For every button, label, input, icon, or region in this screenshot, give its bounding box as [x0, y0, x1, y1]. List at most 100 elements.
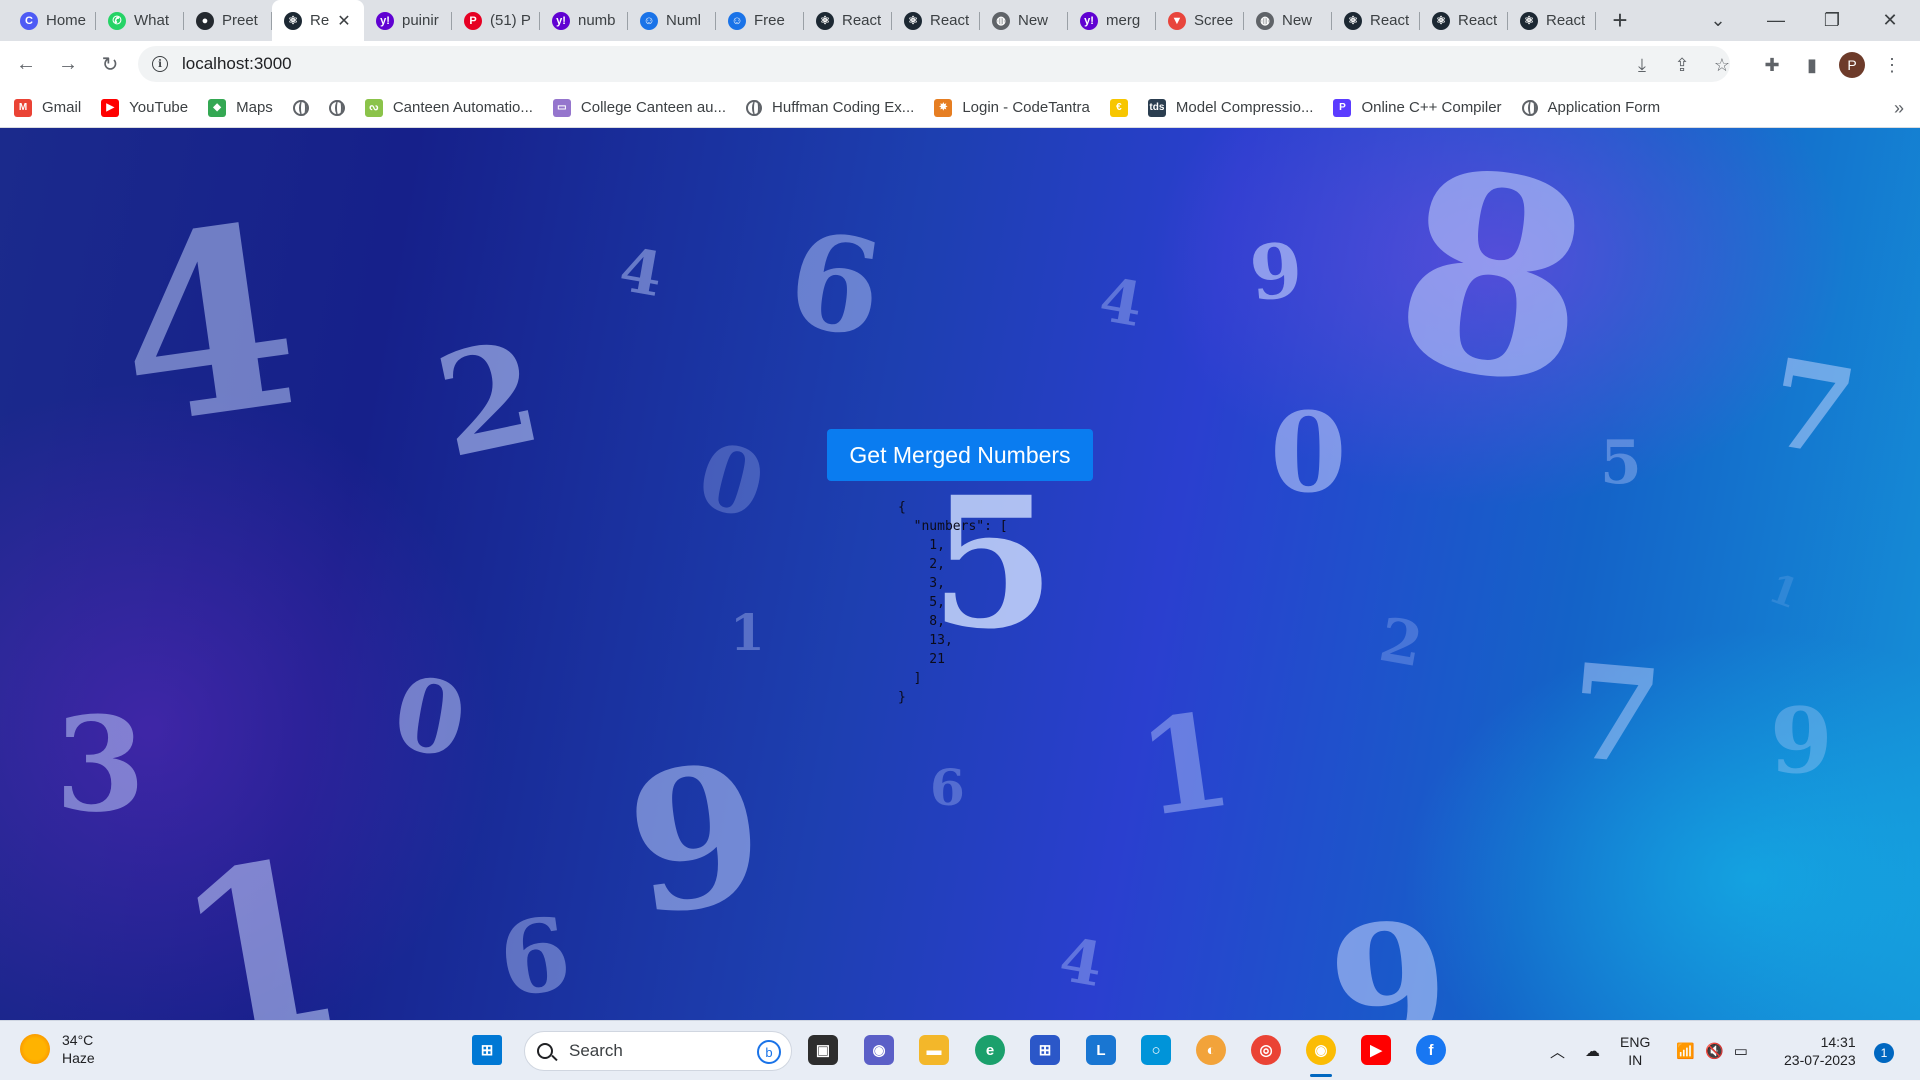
tab-label: React	[1458, 12, 1498, 29]
background-digit: 9	[615, 719, 778, 960]
notification-badge[interactable]: 1	[1874, 1043, 1894, 1063]
yahoo-icon: y!	[1080, 11, 1098, 30]
youtube-icon[interactable]: ▶	[1361, 1035, 1391, 1065]
active-app-indicator	[1310, 1074, 1332, 1077]
tab-8[interactable]: ☺ Numl	[628, 0, 716, 41]
avatar: P	[1839, 52, 1865, 78]
side-panel-icon[interactable]: ▮	[1796, 49, 1828, 81]
bookmark-11[interactable]: tds Model Compressio...	[1147, 98, 1313, 117]
back-button[interactable]: ←	[6, 45, 46, 85]
url-text[interactable]: localhost:3000	[182, 54, 292, 74]
tab-17[interactable]: ⚛ React	[1420, 0, 1508, 41]
reload-button[interactable]: ↻	[90, 45, 130, 85]
bookmark-4[interactable]	[292, 99, 309, 116]
tab-18[interactable]: ⚛ React	[1508, 0, 1596, 41]
bookmark-1[interactable]: M Gmail	[14, 98, 81, 117]
bookmark-6[interactable]: ᔓ Canteen Automatio...	[364, 98, 533, 117]
task-view-icon[interactable]: ▣	[808, 1035, 838, 1065]
teams-chat-icon[interactable]: ◉	[864, 1035, 894, 1065]
new-tab-button[interactable]: +	[1602, 5, 1638, 36]
background-digit: 4	[614, 234, 668, 312]
address-bar[interactable]: i localhost:3000	[138, 46, 1730, 82]
chrome-icon[interactable]: ◉	[1306, 1035, 1336, 1065]
onedrive-cloud-icon[interactable]: ☁	[1585, 1042, 1600, 1060]
bookmark-2[interactable]: ▶ YouTube	[101, 98, 188, 117]
site-info-icon[interactable]: i	[152, 56, 168, 72]
tab-2[interactable]: ✆ What	[96, 0, 184, 41]
tab-3[interactable]: ● Preet	[184, 0, 272, 41]
tab-16[interactable]: ⚛ React	[1332, 0, 1420, 41]
bookmark-8[interactable]: Huffman Coding Ex...	[746, 99, 914, 116]
tab-strip: C Home ✆ What ● Preet ⚛ Re ✕ y! puinir P (51) P y! num…	[0, 0, 1920, 41]
bookmarks-overflow-icon[interactable]: »	[1894, 98, 1904, 119]
bookmark-9[interactable]: ✸ Login - CodeTantra	[934, 98, 1090, 117]
bookmark-12[interactable]: P Online C++ Compiler	[1333, 98, 1502, 117]
bookmark-5[interactable]	[328, 99, 345, 116]
cortana-icon[interactable]: ○	[1141, 1035, 1171, 1065]
tab-4[interactable]: ⚛ Re ✕	[272, 0, 364, 41]
globe-icon	[328, 99, 345, 116]
bookmark-label: Application Form	[1547, 99, 1661, 116]
battery-icon[interactable]: ▭	[1734, 1042, 1748, 1060]
extensions-icon[interactable]: ✚	[1756, 49, 1788, 81]
start-windows-icon[interactable]: ⊞	[472, 1035, 502, 1065]
share-icon[interactable]: ⇪	[1666, 49, 1698, 81]
tab-10[interactable]: ⚛ React	[804, 0, 892, 41]
weather-widget[interactable]: 34°C Haze	[20, 1031, 95, 1067]
gmail-icon: M	[14, 98, 32, 117]
tab-close-icon[interactable]: ✕	[337, 11, 350, 31]
taskbar-search-box[interactable]: Search b	[524, 1031, 792, 1071]
tab-12[interactable]: ◍ New	[980, 0, 1068, 41]
file-explorer-icon[interactable]: ▬	[919, 1035, 949, 1065]
clock-date: 23-07-2023	[1784, 1052, 1856, 1068]
tab-search-chevron-icon[interactable]: ⌄	[1690, 0, 1746, 41]
restore-button[interactable]: ❐	[1804, 0, 1860, 41]
wifi-icon[interactable]: 📶	[1676, 1042, 1695, 1060]
bookmark-label: Huffman Coding Ex...	[772, 99, 915, 116]
clock-time: 14:31	[1820, 1034, 1856, 1050]
weather-temp: 34°C	[62, 1032, 94, 1048]
tab-7[interactable]: y! numb	[540, 0, 628, 41]
bookmark-7[interactable]: ▭ College Canteen au...	[552, 98, 726, 117]
facebook-icon[interactable]: f	[1416, 1035, 1446, 1065]
bing-icon[interactable]: b	[757, 1040, 781, 1064]
minimize-button[interactable]: —	[1748, 0, 1804, 41]
close-window-button[interactable]: ✕	[1862, 0, 1918, 41]
microsoft-store-icon[interactable]: ⊞	[1030, 1035, 1060, 1065]
bookmark-10[interactable]: €	[1109, 98, 1128, 117]
tab-9[interactable]: ☺ Free	[716, 0, 804, 41]
tab-label: merg	[1106, 12, 1141, 29]
bookmark-label: Online C++ Compiler	[1361, 99, 1502, 116]
college-icon: ▭	[552, 98, 571, 117]
brave-browser-icon[interactable]: ◐	[1196, 1035, 1226, 1065]
tab-14[interactable]: ▼ Scree	[1156, 0, 1244, 41]
edge-icon[interactable]: e	[975, 1035, 1005, 1065]
tab-6[interactable]: P (51) P	[452, 0, 540, 41]
globe-icon	[746, 99, 763, 116]
tab-1[interactable]: C Home	[8, 0, 96, 41]
background-digit: 1	[730, 603, 765, 662]
forward-button[interactable]: →	[48, 45, 88, 85]
l-app-icon[interactable]: L	[1086, 1035, 1116, 1065]
chrome-alt-icon[interactable]: ◎	[1251, 1035, 1281, 1065]
language-indicator[interactable]: ENG IN	[1620, 1033, 1650, 1069]
background-digit: 4	[1094, 264, 1148, 342]
install-app-icon[interactable]: ⤓	[1626, 49, 1658, 81]
tray-chevron-up-icon[interactable]: ︿	[1550, 1041, 1565, 1062]
bookmark-13[interactable]: Application Form	[1521, 99, 1661, 116]
tab-5[interactable]: y! puinir	[364, 0, 452, 41]
get-merged-numbers-button[interactable]: Get Merged Numbers	[827, 429, 1093, 481]
speaker-muted-icon[interactable]: 🔇	[1705, 1042, 1724, 1060]
page-content: 42640948750301961279116495 Get Merged Nu…	[0, 128, 1920, 1020]
tab-13[interactable]: y! merg	[1068, 0, 1156, 41]
tab-label: puinir	[402, 12, 439, 29]
bookmark-star-icon[interactable]: ☆	[1706, 49, 1738, 81]
bookmark-3[interactable]: ◆ Maps	[208, 98, 273, 117]
menu-kebab-icon[interactable]: ⋮	[1876, 49, 1908, 81]
clock[interactable]: 14:31 23-07-2023	[1784, 1033, 1856, 1069]
profile-avatar-button[interactable]: P	[1836, 49, 1868, 81]
tab-label: New	[1282, 12, 1313, 29]
tab-15[interactable]: ◍ New	[1244, 0, 1332, 41]
tab-11[interactable]: ⚛ React	[892, 0, 980, 41]
tab-label: (51) P	[490, 12, 531, 29]
